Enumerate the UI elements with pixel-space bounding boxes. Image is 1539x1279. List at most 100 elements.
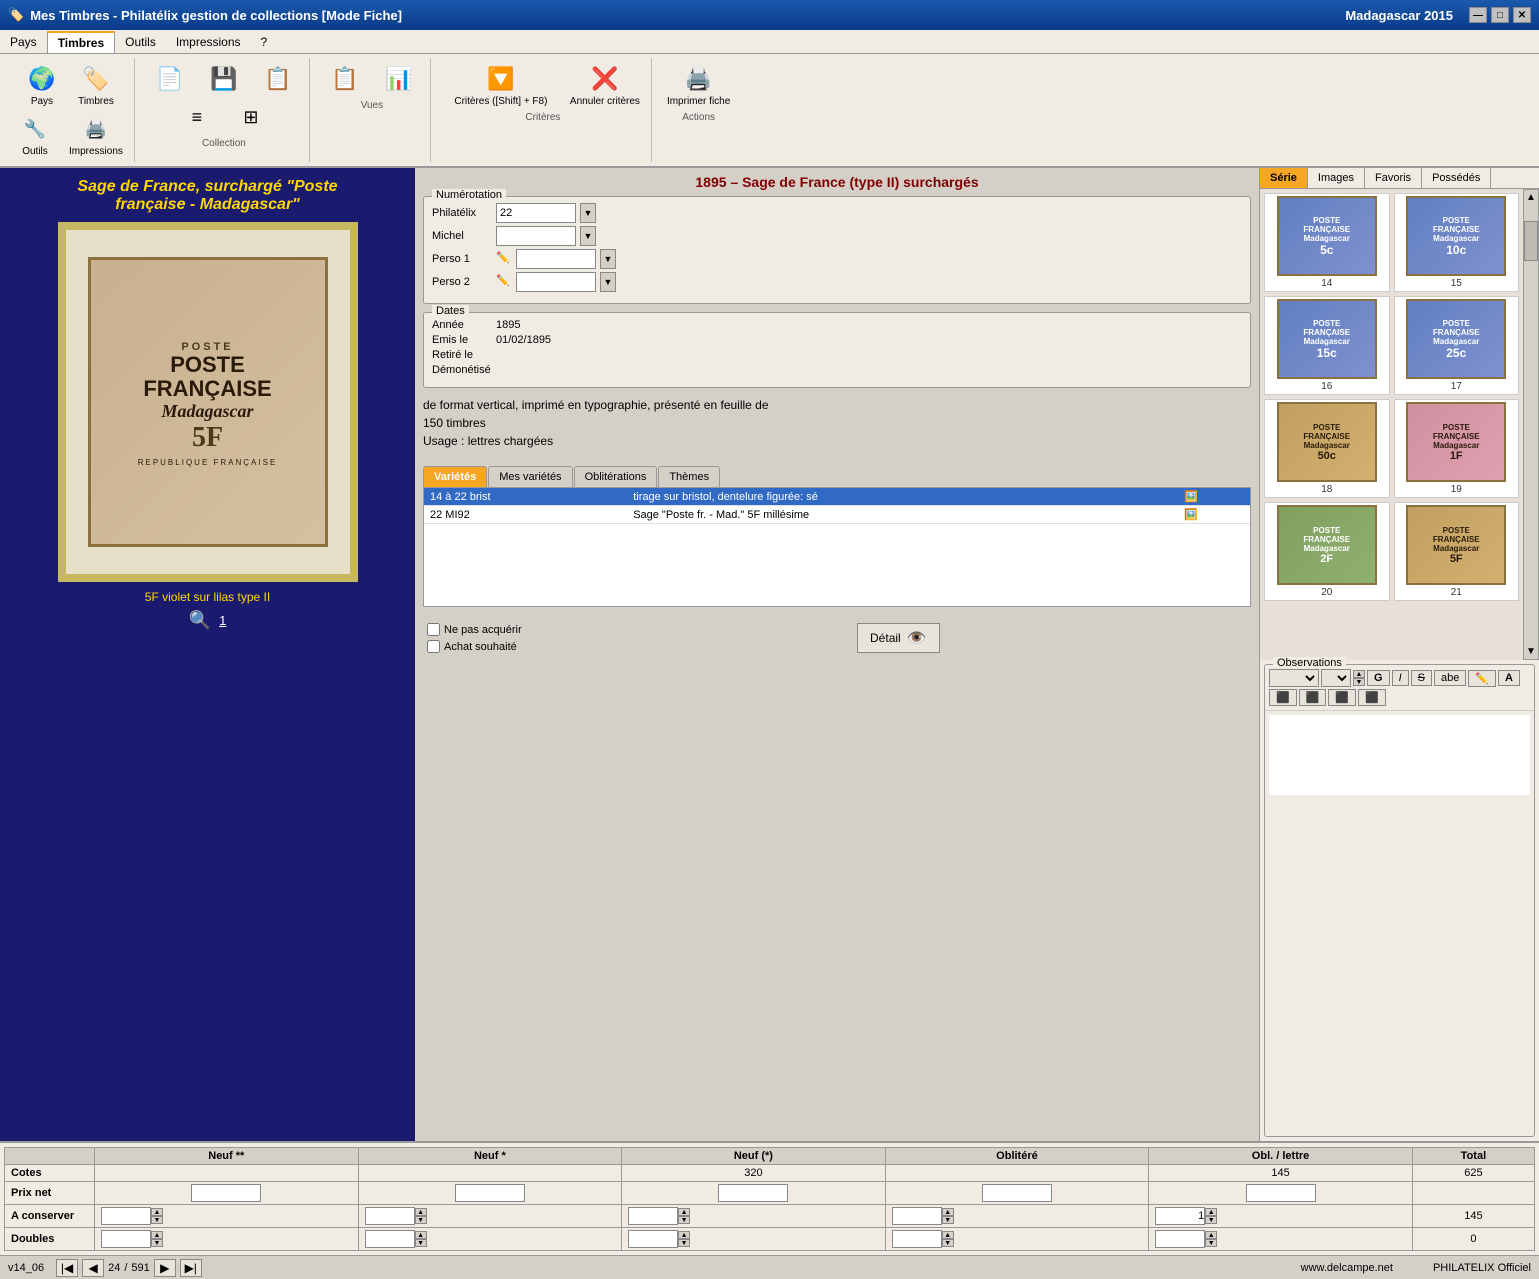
- toolbar-view1-button[interactable]: 📋: [320, 60, 370, 98]
- strike-button[interactable]: S: [1411, 670, 1432, 686]
- underline-button[interactable]: abe: [1434, 670, 1466, 686]
- perso1-edit-icon[interactable]: ✏️: [496, 251, 512, 267]
- toolbar-impressions-button[interactable]: 🖨️ Impressions: [64, 110, 128, 160]
- italic-button[interactable]: I: [1392, 670, 1409, 686]
- achat-souhaite-checkbox[interactable]: [427, 640, 440, 653]
- toolbar-annuler-button[interactable]: ❌ Annuler critères: [565, 60, 645, 110]
- prix-net-obl-lettre[interactable]: [1246, 1184, 1316, 1202]
- toolbar-save-button[interactable]: 💾: [199, 60, 249, 98]
- toolbar-view2-button[interactable]: 📊: [374, 60, 424, 98]
- align-left-button[interactable]: ⬛: [1269, 689, 1297, 706]
- obs-up-btn[interactable]: ▲: [1353, 670, 1365, 678]
- toolbar-outils-button[interactable]: 🔧 Outils: [10, 110, 60, 160]
- tab-favoris[interactable]: Favoris: [1365, 168, 1422, 188]
- philatelix-dropdown[interactable]: ▼: [580, 203, 596, 223]
- font-color-button[interactable]: A: [1498, 670, 1520, 686]
- a-conserver-obl-lettre[interactable]: [1155, 1207, 1205, 1225]
- perso2-dropdown[interactable]: ▼: [600, 272, 616, 292]
- thumb-21[interactable]: POSTEFRANÇAISEMadagascar5F 21: [1394, 502, 1520, 601]
- spin-up-4[interactable]: ▲: [1205, 1208, 1217, 1216]
- variety-row-1[interactable]: 22 MI92 Sage "Poste fr. - Mad." 5F millé…: [424, 506, 1250, 524]
- doubles-neuf1[interactable]: [365, 1230, 415, 1248]
- spin-up-5[interactable]: ▲: [151, 1231, 163, 1239]
- thumbnails-scrollbar[interactable]: ▲ ▼: [1523, 189, 1539, 660]
- spin-up-7[interactable]: ▲: [678, 1231, 690, 1239]
- align-right-button[interactable]: ⬛: [1328, 689, 1356, 706]
- thumb-15[interactable]: POSTEFRANÇAISEMadagascar10c 15: [1394, 193, 1520, 292]
- align-justify-button[interactable]: ⬛: [1358, 689, 1386, 706]
- a-conserver-neuf-paren[interactable]: [628, 1207, 678, 1225]
- spin-dn-1[interactable]: ▼: [415, 1216, 427, 1224]
- tab-mes-varietes[interactable]: Mes variétés: [488, 466, 572, 487]
- toolbar-list-button[interactable]: ≡: [172, 98, 222, 136]
- spin-up-8[interactable]: ▲: [942, 1231, 954, 1239]
- bold-button[interactable]: G: [1367, 670, 1390, 686]
- michel-dropdown[interactable]: ▼: [580, 226, 596, 246]
- scroll-down-arrow[interactable]: ▼: [1524, 644, 1538, 659]
- ne-pas-acquerir-checkbox[interactable]: [427, 623, 440, 636]
- spin-dn-2[interactable]: ▼: [678, 1216, 690, 1224]
- variety-row-0[interactable]: 14 à 22 brist tirage sur bristol, dentel…: [424, 488, 1250, 506]
- thumb-19[interactable]: POSTEFRANÇAISEMadagascar1F 19: [1394, 399, 1520, 498]
- menu-timbres[interactable]: Timbres: [47, 31, 115, 53]
- spin-dn-9[interactable]: ▼: [1205, 1239, 1217, 1247]
- menu-pays[interactable]: Pays: [0, 32, 47, 52]
- toolbar-grid-button[interactable]: ⊞: [226, 98, 276, 136]
- stamp-page-num[interactable]: 1: [219, 613, 226, 628]
- maximize-button[interactable]: □: [1491, 7, 1509, 23]
- tab-possedes[interactable]: Possédés: [1422, 168, 1491, 188]
- detail-button[interactable]: Détail 👁️: [857, 623, 940, 653]
- spin-up-6[interactable]: ▲: [415, 1231, 427, 1239]
- perso1-dropdown[interactable]: ▼: [600, 249, 616, 269]
- toolbar-pays-button[interactable]: 🌍 Pays: [17, 60, 67, 110]
- menu-outils[interactable]: Outils: [115, 32, 166, 52]
- thumb-18[interactable]: POSTEFRANÇAISEMadagascar50c 18: [1264, 399, 1390, 498]
- a-conserver-neuf2[interactable]: [101, 1207, 151, 1225]
- spin-dn-4[interactable]: ▼: [1205, 1216, 1217, 1224]
- tab-varietes[interactable]: Variétés: [423, 466, 487, 487]
- color-button[interactable]: ✏️: [1468, 670, 1496, 687]
- zoom-icon[interactable]: 🔍: [189, 610, 211, 631]
- spin-up-9[interactable]: ▲: [1205, 1231, 1217, 1239]
- spin-dn-3[interactable]: ▼: [942, 1216, 954, 1224]
- thumb-20[interactable]: POSTEFRANÇAISEMadagascar2F 20: [1264, 502, 1390, 601]
- tab-obliterations[interactable]: Oblitérations: [574, 466, 658, 487]
- prix-net-oblitere[interactable]: [982, 1184, 1052, 1202]
- thumb-14[interactable]: POSTEFRANÇAISEMadagascar5c 14: [1264, 193, 1390, 292]
- michel-input[interactable]: [496, 226, 576, 246]
- spin-up-2[interactable]: ▲: [678, 1208, 690, 1216]
- nav-next-button[interactable]: ▶: [154, 1259, 176, 1277]
- toolbar-copy-button[interactable]: 📋: [253, 60, 303, 98]
- size-select[interactable]: [1321, 669, 1351, 687]
- doubles-neuf2[interactable]: [101, 1230, 151, 1248]
- perso2-edit-icon[interactable]: ✏️: [496, 274, 512, 290]
- spin-dn-7[interactable]: ▼: [678, 1239, 690, 1247]
- spin-up-3[interactable]: ▲: [942, 1208, 954, 1216]
- scroll-up-arrow[interactable]: ▲: [1524, 190, 1538, 205]
- nav-prev-button[interactable]: ◀: [82, 1259, 104, 1277]
- doubles-obl-lettre[interactable]: [1155, 1230, 1205, 1248]
- spin-dn-5[interactable]: ▼: [151, 1239, 163, 1247]
- menu-impressions[interactable]: Impressions: [166, 32, 251, 52]
- a-conserver-oblitere[interactable]: [892, 1207, 942, 1225]
- prix-net-neuf-paren[interactable]: [718, 1184, 788, 1202]
- doubles-neuf-paren[interactable]: [628, 1230, 678, 1248]
- toolbar-criteres-button[interactable]: 🔽 Critères ([Shift] + F8): [441, 60, 561, 110]
- tab-serie[interactable]: Série: [1260, 168, 1308, 188]
- toolbar-new-button[interactable]: 📄: [145, 60, 195, 98]
- prix-net-neuf2[interactable]: [191, 1184, 261, 1202]
- nav-first-button[interactable]: |◀: [56, 1259, 78, 1277]
- nav-last-button[interactable]: ▶|: [180, 1259, 202, 1277]
- spin-up-1[interactable]: ▲: [415, 1208, 427, 1216]
- observations-content[interactable]: [1269, 715, 1530, 795]
- tab-images[interactable]: Images: [1308, 168, 1365, 188]
- menu-help[interactable]: ?: [251, 32, 278, 52]
- obs-down-btn[interactable]: ▼: [1353, 678, 1365, 686]
- minimize-button[interactable]: —: [1469, 7, 1487, 23]
- font-select[interactable]: [1269, 669, 1319, 687]
- thumb-17[interactable]: POSTEFRANÇAISEMadagascar25c 17: [1394, 296, 1520, 395]
- prix-net-neuf1[interactable]: [455, 1184, 525, 1202]
- doubles-oblitere[interactable]: [892, 1230, 942, 1248]
- philatelix-input[interactable]: [496, 203, 576, 223]
- thumb-16[interactable]: POSTEFRANÇAISEMadagascar15c 16: [1264, 296, 1390, 395]
